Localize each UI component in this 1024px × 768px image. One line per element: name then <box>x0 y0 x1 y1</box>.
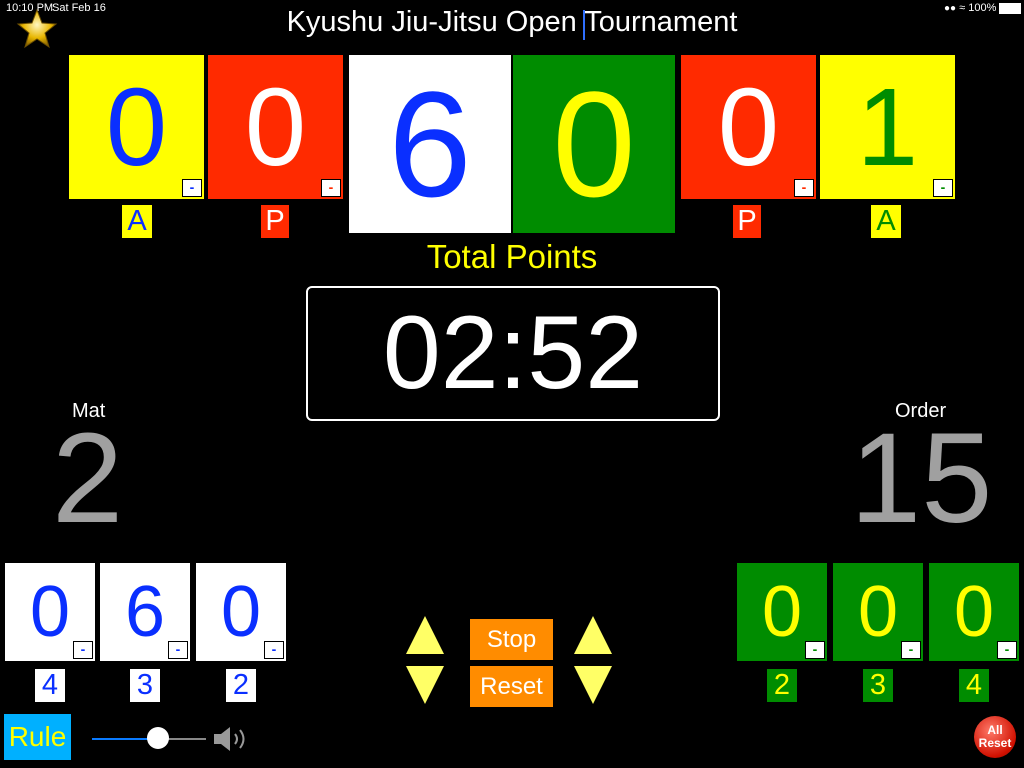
total-points-label: Total Points <box>426 238 598 275</box>
right-sub-label-4: 4 <box>959 669 989 702</box>
speaker-icon <box>214 727 245 751</box>
left-sub-label-2: 2 <box>226 669 256 702</box>
left-points-box[interactable]: 6 <box>349 55 511 233</box>
left-sub-score: 0 <box>220 572 262 652</box>
stop-button[interactable]: Stop <box>470 619 553 660</box>
right-sub-score-box-2[interactable]: 0 - <box>737 563 827 661</box>
left-advantage-minus-button[interactable]: - <box>182 179 202 197</box>
right-advantage-box[interactable]: 1 - <box>820 55 955 199</box>
left-sub-score: 6 <box>124 572 166 652</box>
right-advantage-score: 1 <box>856 65 919 189</box>
all-reset-label-line2: Reset <box>978 736 1012 750</box>
second-down-arrow-icon[interactable] <box>572 664 614 706</box>
right-points-box[interactable]: 0 <box>513 55 675 233</box>
right-sub-score: 0 <box>857 572 899 652</box>
volume-slider-knob[interactable] <box>147 727 170 749</box>
left-sub-minus-button[interactable]: - <box>168 641 188 659</box>
left-sub-score-box-2[interactable]: 0 - <box>196 563 286 661</box>
right-penalty-minus-button[interactable]: - <box>794 179 814 197</box>
left-sub-score-box-4[interactable]: 0 - <box>5 563 95 661</box>
left-penalty-box[interactable]: 0 - <box>208 55 343 199</box>
right-sub-label-3: 3 <box>863 669 893 702</box>
timer-value: 02:52 <box>382 295 644 411</box>
right-penalty-box[interactable]: 0 - <box>681 55 816 199</box>
left-advantage-label: A <box>122 205 152 238</box>
right-points-score: 0 <box>552 59 636 228</box>
all-reset-button[interactable]: All Reset <box>974 716 1016 758</box>
left-advantage-box[interactable]: 0 - <box>69 55 204 199</box>
minute-up-arrow-icon[interactable] <box>404 614 446 656</box>
match-timer[interactable]: 02:52 <box>306 286 720 421</box>
right-sub-score: 0 <box>761 572 803 652</box>
right-penalty-label: P <box>733 205 761 238</box>
left-sub-minus-button[interactable]: - <box>73 641 93 659</box>
left-sub-label-4: 4 <box>35 669 65 702</box>
text-cursor <box>583 10 585 40</box>
second-up-arrow-icon[interactable] <box>572 614 614 656</box>
left-advantage-score: 0 <box>105 65 168 189</box>
left-penalty-score: 0 <box>244 65 307 189</box>
right-sub-minus-button[interactable]: - <box>997 641 1017 659</box>
left-points-score: 6 <box>388 59 472 228</box>
left-sub-minus-button[interactable]: - <box>264 641 284 659</box>
left-sub-score: 0 <box>29 572 71 652</box>
minute-down-arrow-icon[interactable] <box>404 664 446 706</box>
right-sub-minus-button[interactable]: - <box>805 641 825 659</box>
rule-button[interactable]: Rule <box>4 714 71 760</box>
right-sub-score-box-3[interactable]: 0 - <box>833 563 923 661</box>
reset-button[interactable]: Reset <box>470 666 553 707</box>
left-penalty-minus-button[interactable]: - <box>321 179 341 197</box>
left-sub-score-box-3[interactable]: 6 - <box>100 563 190 661</box>
order-number[interactable]: 15 <box>850 415 992 543</box>
left-penalty-label: P <box>261 205 289 238</box>
left-sub-label-3: 3 <box>130 669 160 702</box>
right-penalty-score: 0 <box>717 65 780 189</box>
right-advantage-minus-button[interactable]: - <box>933 179 953 197</box>
right-advantage-label: A <box>871 205 901 238</box>
right-sub-score-box-4[interactable]: 0 - <box>929 563 1019 661</box>
right-sub-score: 0 <box>953 572 995 652</box>
right-sub-label-2: 2 <box>767 669 797 702</box>
mat-number[interactable]: 2 <box>52 415 123 543</box>
tournament-title[interactable]: Kyushu Jiu-Jitsu Open Tournament <box>0 6 1024 39</box>
right-sub-minus-button[interactable]: - <box>901 641 921 659</box>
